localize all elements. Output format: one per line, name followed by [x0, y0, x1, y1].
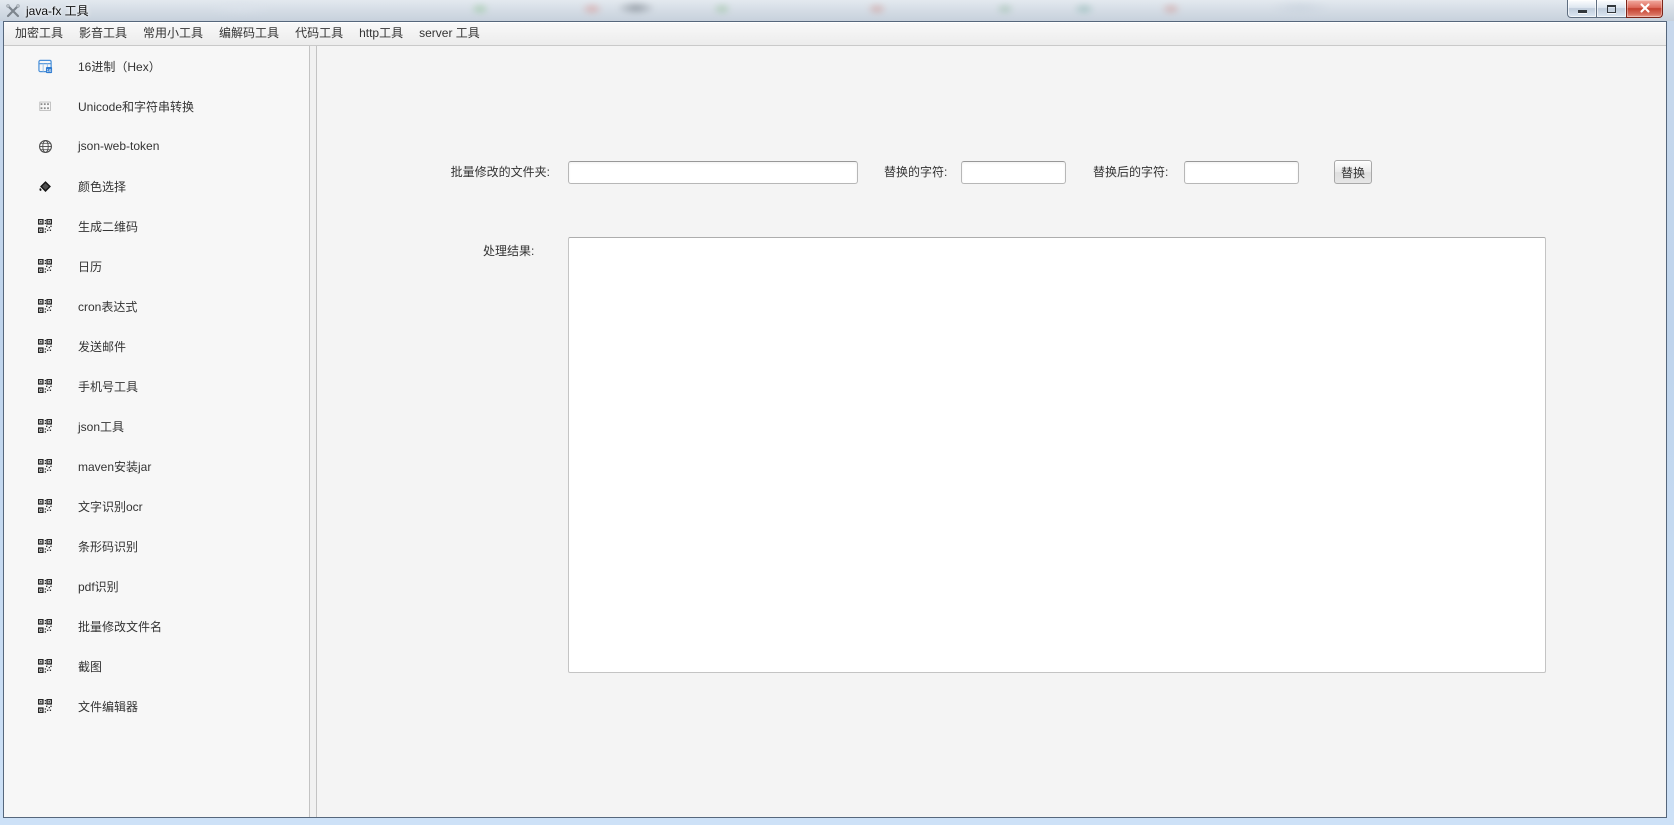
minimize-button[interactable] [1567, 0, 1597, 18]
sidebar-item-calendar[interactable]: 日历 [4, 246, 309, 286]
qr-icon [37, 378, 53, 394]
client-area: 加密工具影音工具常用小工具编解码工具代码工具http工具server 工具 16… [3, 21, 1667, 818]
qr-icon [37, 578, 53, 594]
menu-item-code-tools[interactable]: 代码工具 [287, 22, 351, 45]
qr-icon [37, 498, 53, 514]
maximize-icon [1607, 5, 1616, 13]
replace-chars-label: 替换后的字符: [1093, 160, 1174, 184]
menu-item-server-tools[interactable]: server 工具 [411, 22, 488, 45]
svg-text:16: 16 [46, 67, 51, 72]
color-picker-icon [37, 178, 53, 194]
splitpane-divider[interactable] [309, 46, 317, 817]
sidebar-item-color-picker[interactable]: 颜色选择 [4, 166, 309, 206]
menu-item-media-tools[interactable]: 影音工具 [71, 22, 135, 45]
sidebar-item-pdf-ocr[interactable]: pdf识别 [4, 566, 309, 606]
sidebar-item-batch-rename[interactable]: 批量修改文件名 [4, 606, 309, 646]
globe-icon [37, 138, 53, 154]
batch-rename-panel: 批量修改的文件夹: 替换的字符: 替换后的字符: 替换 处理结果: [317, 46, 1666, 817]
replace-button[interactable]: 替换 [1334, 160, 1372, 184]
window-frame: java-fx 工具 加密工具影音工具常用小工具编解码工具代码工具http工 [0, 0, 1674, 825]
folder-input[interactable] [568, 161, 858, 184]
result-textarea[interactable] [568, 237, 1546, 673]
window-controls [1567, 0, 1663, 18]
sidebar-item-screenshot[interactable]: 截图 [4, 646, 309, 686]
qr-icon [37, 218, 53, 234]
folder-label: 批量修改的文件夹: [448, 160, 550, 184]
sidebar-item-hex[interactable]: 16 16进制（Hex） [4, 46, 309, 86]
content-area: 16 16进制（Hex） Unicode和字符串转换 json-web-toke… [4, 46, 1666, 817]
result-label: 处理结果: [483, 242, 534, 259]
menu-item-encrypt-tools[interactable]: 加密工具 [7, 22, 71, 45]
qr-icon [37, 298, 53, 314]
sidebar-item-file-editor[interactable]: 文件编辑器 [4, 686, 309, 726]
qr-icon [37, 698, 53, 714]
menu-item-http-tools[interactable]: http工具 [351, 22, 411, 45]
qr-icon [37, 338, 53, 354]
app-tools-icon [5, 3, 21, 19]
sidebar-item-json-web-token[interactable]: json-web-token [4, 126, 309, 166]
qr-icon [37, 618, 53, 634]
sidebar-item-unicode-convert[interactable]: Unicode和字符串转换 [4, 86, 309, 126]
qr-icon [37, 458, 53, 474]
menu-bar: 加密工具影音工具常用小工具编解码工具代码工具http工具server 工具 [4, 22, 1666, 46]
hex-icon: 16 [37, 58, 53, 74]
tool-sidebar: 16 16进制（Hex） Unicode和字符串转换 json-web-toke… [4, 46, 309, 817]
titlebar-glass-reflections [0, 0, 1674, 21]
qr-icon [37, 258, 53, 274]
qr-icon [37, 538, 53, 554]
sidebar-item-barcode-scan[interactable]: 条形码识别 [4, 526, 309, 566]
qr-icon [37, 418, 53, 434]
sidebar-item-maven-install-jar[interactable]: maven安装jar [4, 446, 309, 486]
search-chars-input[interactable] [961, 161, 1066, 184]
unicode-icon [37, 98, 53, 114]
close-icon [1639, 1, 1651, 16]
menu-item-codec-tools[interactable]: 编解码工具 [211, 22, 287, 45]
sidebar-item-send-mail[interactable]: 发送邮件 [4, 326, 309, 366]
minimize-icon [1578, 10, 1587, 13]
sidebar-item-json-tool[interactable]: json工具 [4, 406, 309, 446]
maximize-button[interactable] [1597, 0, 1626, 18]
close-button[interactable] [1626, 0, 1663, 18]
menu-item-common-tools[interactable]: 常用小工具 [135, 22, 211, 45]
replace-chars-input[interactable] [1184, 161, 1299, 184]
sidebar-item-cron-expression[interactable]: cron表达式 [4, 286, 309, 326]
qr-icon [37, 658, 53, 674]
sidebar-item-ocr[interactable]: 文字识别ocr [4, 486, 309, 526]
search-chars-label: 替换的字符: [884, 160, 950, 184]
sidebar-item-qr-generate[interactable]: 生成二维码 [4, 206, 309, 246]
title-bar: java-fx 工具 [0, 0, 1674, 21]
sidebar-item-phone-tool[interactable]: 手机号工具 [4, 366, 309, 406]
window-title: java-fx 工具 [26, 2, 89, 19]
